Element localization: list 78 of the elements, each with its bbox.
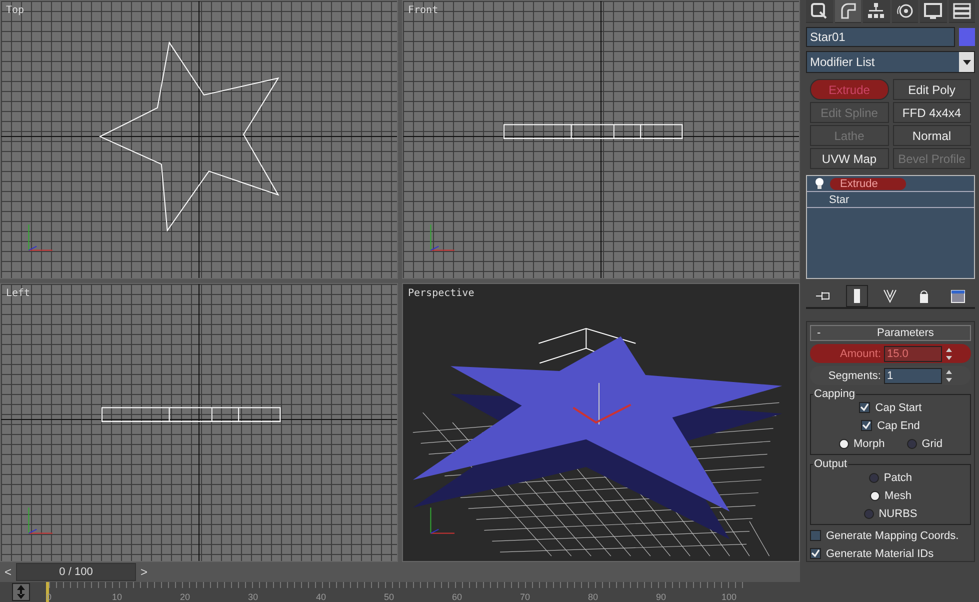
show-end-result-button[interactable] <box>846 285 868 307</box>
axis-tripod-icon <box>28 224 53 251</box>
command-tab[interactable] <box>920 0 946 24</box>
checkbox-option[interactable]: Cap End <box>861 418 920 433</box>
light-bulb-icon[interactable] <box>815 178 824 190</box>
spinner-label: Segments: <box>828 370 881 382</box>
radio-button[interactable] <box>870 490 880 500</box>
hierarchy-icon <box>867 2 886 20</box>
command-tab[interactable] <box>806 0 832 24</box>
modifier-list-dropdown[interactable]: Modifier List <box>806 51 975 74</box>
viewport[interactable]: Front <box>402 0 800 279</box>
bent-pipe-icon <box>838 2 857 20</box>
stack-item[interactable]: Star <box>829 194 850 206</box>
checkbox[interactable] <box>859 402 870 413</box>
viewport-label[interactable]: Left <box>6 288 30 299</box>
viewport-label[interactable]: Top <box>6 5 24 16</box>
frame-number: 80 <box>588 592 598 602</box>
frame-number: 100 <box>721 592 737 602</box>
frame-number: 10 <box>112 592 122 602</box>
command-tab[interactable] <box>948 0 975 24</box>
radio-option[interactable]: Morph <box>838 436 885 451</box>
checkbox-option[interactable]: Generate Material IDs <box>810 546 971 561</box>
motion-icon <box>896 2 914 20</box>
radio-option[interactable]: NURBS <box>864 506 918 521</box>
stack-item[interactable]: Extrude <box>830 178 906 190</box>
key-mode-button[interactable] <box>12 583 30 601</box>
modifier-button[interactable]: UVW Map <box>810 148 888 170</box>
up-down-arrows-icon <box>16 585 26 599</box>
dropdown-arrow-icon <box>962 60 970 65</box>
checkbox-option[interactable]: Generate Mapping Coords. <box>810 528 971 543</box>
viewport[interactable]: Left <box>0 283 398 562</box>
monitor-icon <box>924 2 942 20</box>
radio-button[interactable] <box>868 472 879 482</box>
spinner-arrows-icon[interactable] <box>945 368 953 382</box>
spinner-arrows-icon[interactable] <box>945 346 953 360</box>
viewport[interactable]: Perspective <box>402 283 800 562</box>
object-name-field[interactable]: Star01 <box>806 27 955 48</box>
frame-number: 40 <box>316 592 326 602</box>
modifier-button[interactable]: FFD 4x4x4 <box>892 102 971 124</box>
utilities-icon <box>952 2 971 20</box>
radio-button[interactable] <box>906 438 917 448</box>
frame-number: 50 <box>384 592 394 602</box>
radio-option[interactable]: Grid <box>906 436 942 451</box>
group-title: Output <box>813 458 848 470</box>
frame-number: 20 <box>180 592 190 602</box>
command-tab[interactable] <box>834 0 861 24</box>
axis-tripod-icon <box>430 224 455 251</box>
radio-option[interactable]: Mesh <box>870 488 912 503</box>
axis-tripod-icon <box>430 507 455 534</box>
checkbox[interactable] <box>810 530 821 541</box>
time-slider-thumb[interactable]: 0 / 100 <box>16 563 136 581</box>
command-tab[interactable] <box>863 0 890 24</box>
command-tab[interactable] <box>892 0 918 24</box>
frame-number: 30 <box>248 592 258 602</box>
rollout-title[interactable]: - Parameters <box>810 325 971 341</box>
viewport[interactable]: Top <box>0 0 398 279</box>
viewport-label[interactable]: Front <box>408 5 438 16</box>
modifier-button[interactable]: Normal <box>892 125 971 146</box>
spinner-field[interactable]: 1 <box>884 368 942 384</box>
radio-option[interactable]: Patch <box>868 470 912 485</box>
window-icon <box>951 290 966 302</box>
frame-number: 60 <box>452 592 462 602</box>
viewport-label[interactable]: Perspective <box>408 288 474 299</box>
checkbox[interactable] <box>861 420 872 431</box>
frame-number: 0 <box>46 592 52 602</box>
checkbox-option[interactable]: Cap Start <box>859 400 922 415</box>
axis-tripod-icon <box>28 507 53 534</box>
radio-button[interactable] <box>838 438 849 448</box>
frame-number: 70 <box>520 592 530 602</box>
frame-number: 90 <box>656 592 666 602</box>
checkbox[interactable] <box>810 548 821 559</box>
object-color-swatch[interactable] <box>959 28 975 46</box>
spinner-label: Amount: <box>840 348 881 360</box>
group-title: Capping <box>813 388 856 400</box>
modifier-button[interactable]: Edit Poly <box>892 79 971 100</box>
radio-button[interactable] <box>864 508 874 518</box>
pin-icon <box>816 291 830 301</box>
bar-icon <box>854 289 860 303</box>
